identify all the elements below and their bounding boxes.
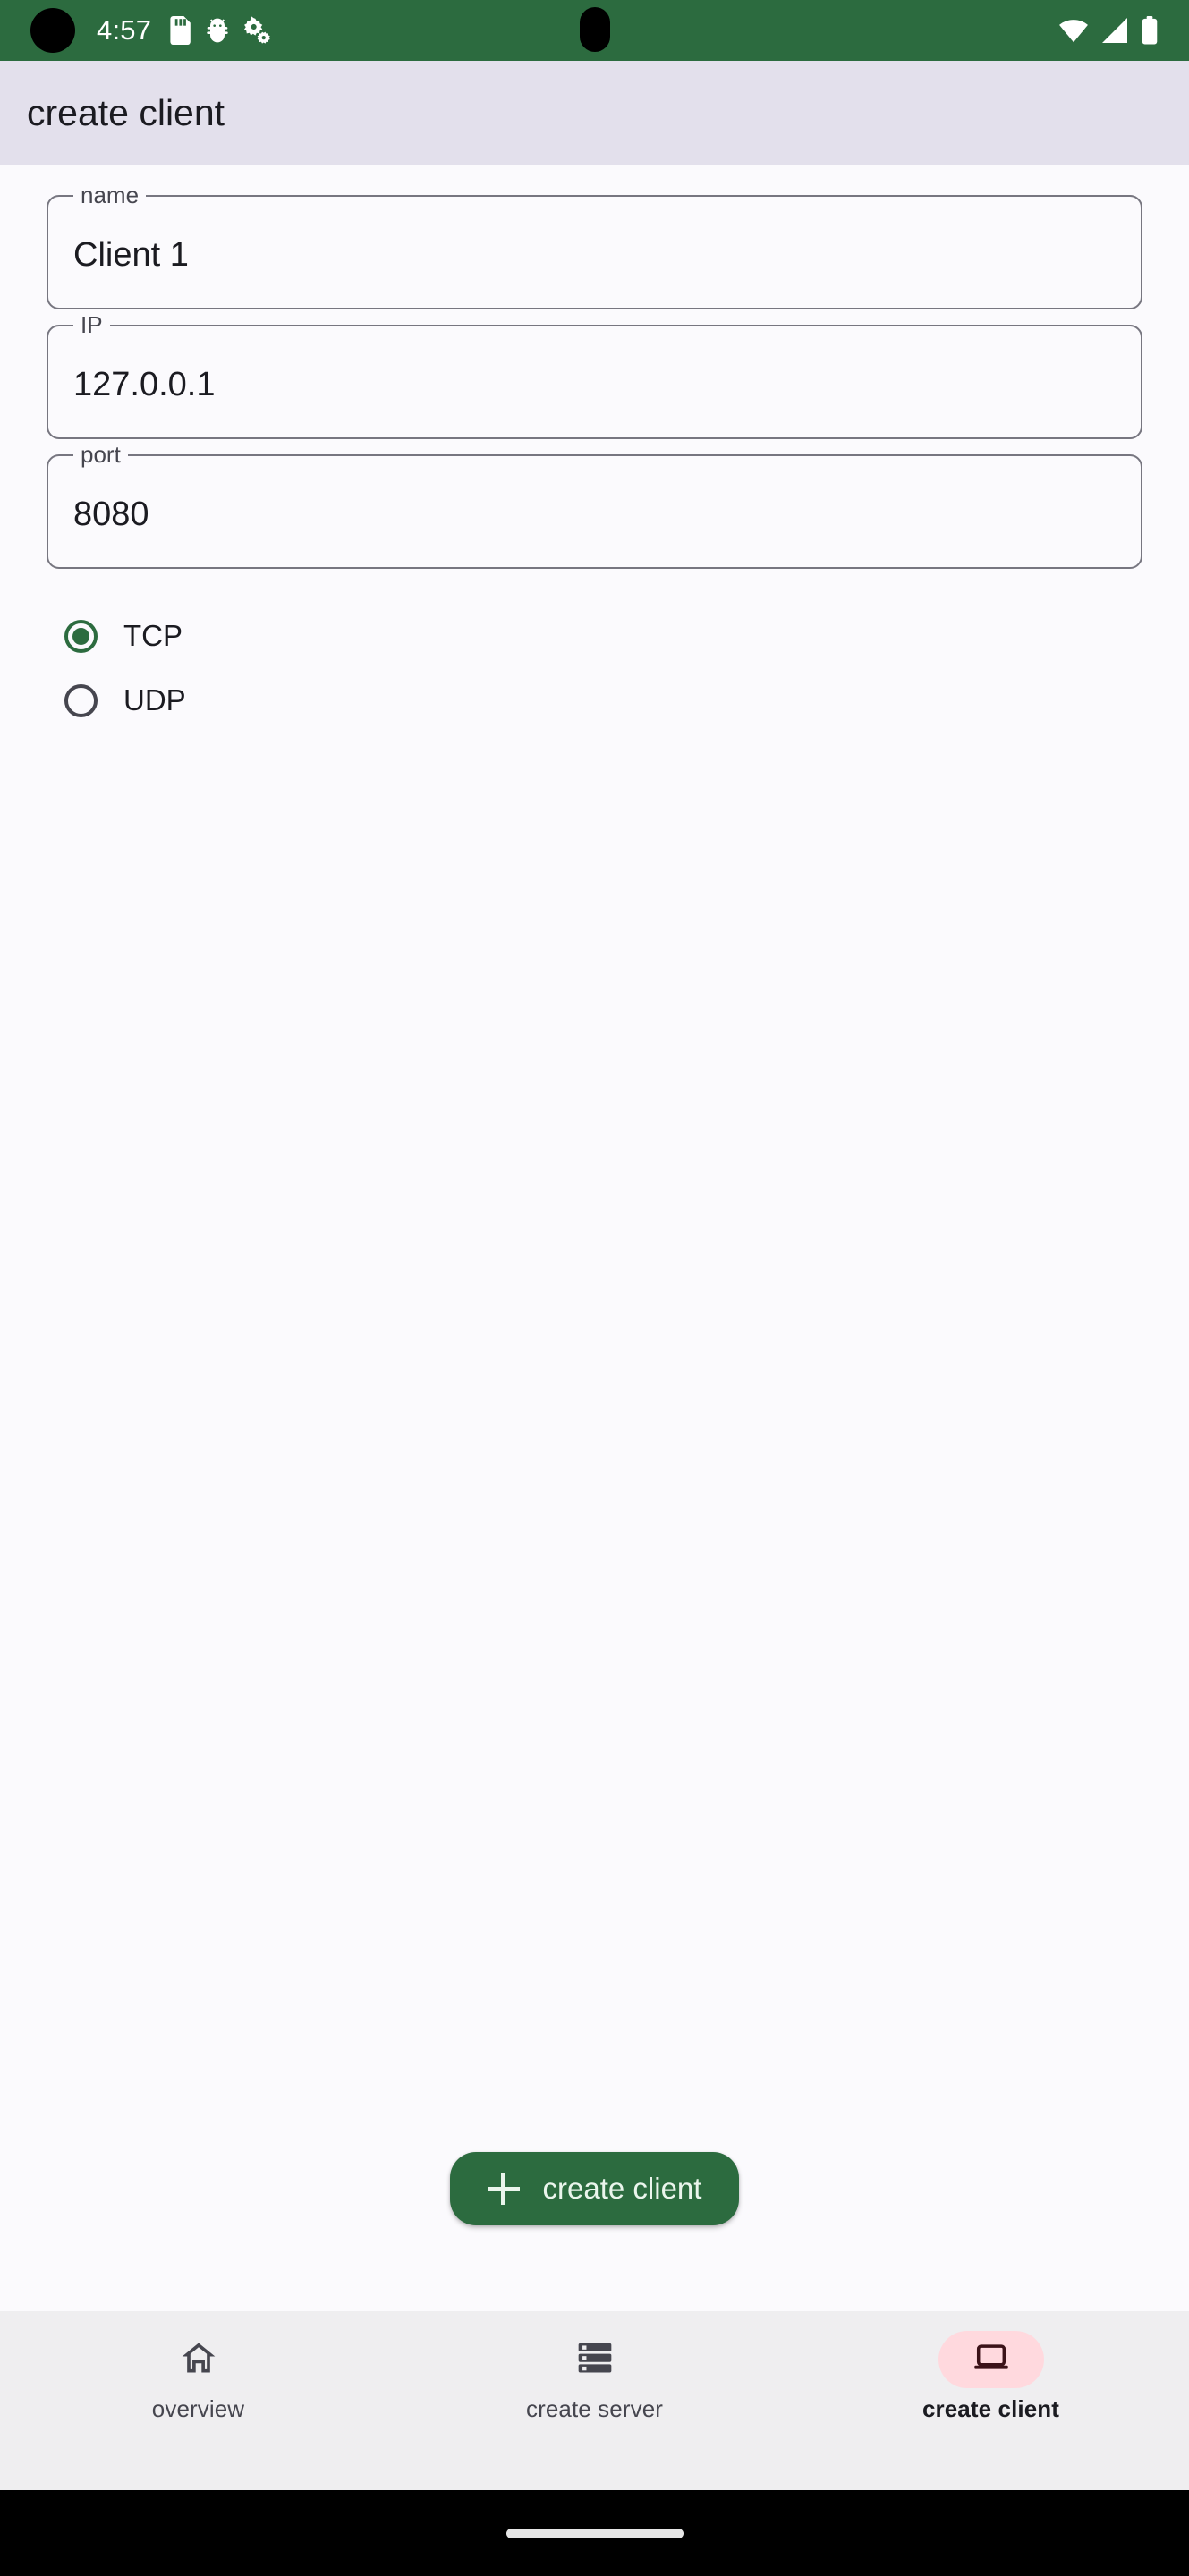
wifi-icon bbox=[1058, 18, 1089, 43]
radio-option-tcp[interactable]: TCP bbox=[47, 604, 1142, 668]
name-input[interactable] bbox=[73, 235, 1121, 275]
cellular-signal-icon bbox=[1100, 18, 1129, 43]
create-client-fab-label: create client bbox=[542, 2172, 702, 2205]
ip-field[interactable]: IP bbox=[47, 311, 1142, 439]
status-bar-left: 4:57 bbox=[30, 8, 273, 53]
app-bar: create client bbox=[0, 61, 1189, 165]
dns-server-icon bbox=[575, 2338, 615, 2382]
radio-dot bbox=[72, 627, 89, 645]
battery-icon bbox=[1141, 16, 1159, 45]
sd-card-icon bbox=[167, 16, 191, 45]
nav-item-create-client[interactable]: create client bbox=[793, 2331, 1189, 2423]
laptop-icon bbox=[972, 2338, 1011, 2382]
gesture-handle[interactable] bbox=[505, 2528, 684, 2538]
create-client-fab[interactable]: create client bbox=[449, 2152, 740, 2225]
name-field-label: name bbox=[73, 182, 147, 208]
home-icon bbox=[179, 2338, 218, 2382]
protocol-radio-group: TCP UDP bbox=[47, 604, 1142, 733]
udp-radio-label: UDP bbox=[123, 683, 186, 716]
udp-radio-button[interactable] bbox=[47, 668, 115, 733]
port-field-label: port bbox=[73, 441, 128, 468]
nav-item-overview[interactable]: overview bbox=[0, 2331, 396, 2423]
page-title: create client bbox=[27, 91, 225, 133]
status-bar-right bbox=[1058, 16, 1159, 45]
radio-checked-icon bbox=[64, 619, 98, 653]
android-debug-icon bbox=[203, 16, 232, 45]
system-gesture-bar bbox=[0, 2490, 1189, 2576]
nav-label-create-server: create server bbox=[525, 2395, 664, 2422]
nav-label-overview: overview bbox=[151, 2395, 245, 2422]
port-input[interactable] bbox=[73, 495, 1121, 534]
ip-input[interactable] bbox=[73, 365, 1121, 404]
status-bar: 4:57 bbox=[0, 0, 1189, 61]
radio-option-udp[interactable]: UDP bbox=[47, 668, 1142, 733]
tcp-radio-label: TCP bbox=[123, 619, 183, 652]
port-field[interactable]: port bbox=[47, 441, 1142, 569]
nav-indicator-create-client bbox=[938, 2331, 1044, 2388]
nav-label-create-client: create client bbox=[921, 2395, 1060, 2422]
nav-item-create-server[interactable]: create server bbox=[396, 2331, 793, 2423]
phone-screen: 4:57 create client name Client 1 IP 127.… bbox=[0, 0, 1189, 2576]
fab-container: create client bbox=[0, 2152, 1189, 2225]
radio-unchecked-icon bbox=[64, 683, 98, 717]
camera-notch bbox=[579, 7, 610, 52]
ip-field-label: IP bbox=[73, 311, 110, 338]
settings-gears-icon bbox=[244, 16, 273, 45]
main-content: name IP port TCP bbox=[0, 165, 1189, 2311]
plus-icon bbox=[487, 2173, 520, 2205]
tcp-radio-button[interactable] bbox=[47, 604, 115, 668]
bottom-navigation-bar: overview create server create client bbox=[0, 2311, 1189, 2490]
name-field[interactable]: name bbox=[47, 182, 1142, 309]
nav-indicator-create-server bbox=[542, 2331, 648, 2388]
front-camera-dot bbox=[30, 8, 75, 53]
status-time: 4:57 bbox=[97, 14, 152, 46]
nav-indicator-overview bbox=[146, 2331, 251, 2388]
